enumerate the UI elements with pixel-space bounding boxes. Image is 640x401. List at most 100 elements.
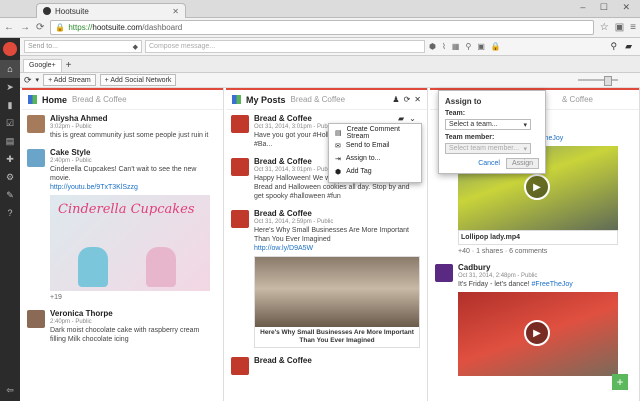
column-width-slider[interactable] xyxy=(578,76,618,86)
assign-icon: ⇥ xyxy=(335,155,341,163)
post-hashtag[interactable]: #FreeTheJoy xyxy=(531,281,572,288)
post-author[interactable]: Veronica Thorpe xyxy=(50,309,217,318)
url-scheme: https:// xyxy=(68,23,93,32)
menu-item-add-tag[interactable]: ⬢ Add Tag xyxy=(329,165,421,178)
star-icon[interactable]: ☆ xyxy=(600,22,609,33)
chevron-down-icon[interactable]: ▾ xyxy=(36,76,40,84)
member-select-value: Select team member... xyxy=(449,145,520,152)
list-item: Cadbury Oct 31, 2014, 2:48pm - Public It… xyxy=(430,259,639,380)
browser-tab-title: Hootsuite xyxy=(55,6,89,16)
post-stats[interactable]: +40 · 1 shares · 6 comments xyxy=(458,248,633,255)
chevron-down-icon: ▾ xyxy=(523,145,527,153)
forward-icon[interactable]: → xyxy=(20,22,30,33)
app-sidebar: ⌂ ➤ ▮ ☑ ▤ ✚ ⚙ ✎ ? ⇦ xyxy=(0,38,20,401)
team-select[interactable]: Select a team... ▾ xyxy=(445,119,531,130)
post-image[interactable]: Cinderella Cupcakes xyxy=(50,195,210,291)
menu-icon[interactable]: ≡ xyxy=(630,22,636,33)
browser-tab[interactable]: Hootsuite ✕ xyxy=(36,3,186,18)
send-icon[interactable]: ➤ xyxy=(0,78,20,96)
add-social-network-button[interactable]: + Add Social Network xyxy=(99,74,177,86)
people-icon[interactable]: ♟ xyxy=(392,95,399,104)
back-icon[interactable]: ← xyxy=(4,22,14,33)
tab-google-plus[interactable]: Google+ xyxy=(23,59,62,72)
compose-input[interactable]: Compose message... xyxy=(145,40,425,53)
reload-icon[interactable]: ⟳ xyxy=(36,22,44,33)
chevron-down-icon[interactable]: ⌄ xyxy=(409,114,416,123)
calendar-icon[interactable]: ▦ xyxy=(452,42,460,51)
refresh-icon[interactable]: ⟳ xyxy=(24,75,32,86)
send-to-field[interactable]: Send to... ◆ xyxy=(24,40,142,53)
tag-icon[interactable]: ⬢ xyxy=(429,42,436,51)
play-icon[interactable]: ▶ xyxy=(524,174,550,200)
comment-icon[interactable]: ▰ xyxy=(398,114,404,123)
add-tab-button[interactable]: + xyxy=(66,60,72,72)
post-text: this is great community just some people… xyxy=(50,132,209,139)
post-author[interactable]: Bread & Coffee xyxy=(254,356,421,365)
favicon-icon xyxy=(43,7,51,15)
tools-icon[interactable]: ✎ xyxy=(0,186,20,204)
analytics-icon[interactable]: ▮ xyxy=(0,96,20,114)
avatar[interactable] xyxy=(231,115,249,133)
lock-icon[interactable]: 🔒 xyxy=(491,42,501,51)
organization-icon[interactable]: ▰ xyxy=(625,41,632,52)
menu-item-send-email[interactable]: ✉ Send to Email xyxy=(329,139,421,152)
refresh-icon[interactable]: ⟳ xyxy=(404,95,411,104)
avatar[interactable] xyxy=(27,115,45,133)
window-controls[interactable]: – ☐ ✕ xyxy=(580,2,636,13)
post-link[interactable]: http://youtu.be/9TxT3KlSzzg xyxy=(50,183,217,192)
extension-icon[interactable]: ▣ xyxy=(615,22,624,33)
stream-title: Home xyxy=(42,94,68,105)
stream-title: My Posts xyxy=(246,94,286,105)
team-select-value: Select a team... xyxy=(449,121,498,128)
assign-popup: Assign to Team: Select a team... ▾ Team m… xyxy=(438,90,546,174)
avatar[interactable] xyxy=(231,357,249,375)
post-author[interactable]: Aliysha Ahmed xyxy=(50,114,217,123)
post-text: Here's Why Small Businesses Are More Imp… xyxy=(254,227,410,243)
avatar[interactable] xyxy=(231,158,249,176)
avatar[interactable] xyxy=(27,310,45,328)
menu-item-label: Assign to... xyxy=(345,155,381,162)
contacts-icon[interactable]: ▤ xyxy=(0,132,20,150)
location-icon[interactable]: ⚲ xyxy=(465,42,471,51)
plus-one-count[interactable]: +19 xyxy=(50,294,217,301)
close-icon[interactable]: ✕ xyxy=(414,95,421,104)
avatar[interactable] xyxy=(231,210,249,228)
post-text: It's Friday - let's dance! #FreeTheJoy xyxy=(458,280,633,289)
avatar[interactable] xyxy=(435,264,453,282)
play-icon[interactable]: ▶ xyxy=(524,320,550,346)
privacy-icon[interactable]: ▣ xyxy=(477,42,485,51)
attach-icon[interactable]: ⌇ xyxy=(442,42,446,51)
post-author[interactable]: Cadbury xyxy=(458,263,633,272)
cancel-button[interactable]: Cancel xyxy=(478,160,500,167)
compose-placeholder: Compose message... xyxy=(149,43,216,50)
post-author[interactable]: Bread & Coffee xyxy=(254,114,421,123)
post-author[interactable]: Cake Style xyxy=(50,148,217,157)
settings-icon[interactable]: ⚙ xyxy=(0,168,20,186)
hootsuite-logo[interactable] xyxy=(0,38,20,60)
article-image xyxy=(255,257,419,327)
chevron-down-icon[interactable]: ◆ xyxy=(133,43,138,51)
member-select[interactable]: Select team member... ▾ xyxy=(445,143,531,154)
assign-button[interactable]: Assign xyxy=(505,158,539,169)
article-card[interactable]: Here's Why Small Businesses Are More Imp… xyxy=(254,256,420,348)
add-button[interactable]: + xyxy=(612,374,628,390)
url-field[interactable]: 🔒 https://hootsuite.com/dashboard xyxy=(50,20,594,35)
menu-item-assign[interactable]: ⇥ Assign to... xyxy=(329,152,421,165)
home-icon[interactable]: ⌂ xyxy=(0,60,20,78)
post-author[interactable]: Bread & Coffee xyxy=(254,209,421,218)
image-caption: Cinderella Cupcakes xyxy=(58,202,195,217)
menu-item-create-comment-stream[interactable]: ▤ Create Comment Stream xyxy=(329,126,421,140)
apps-icon[interactable]: ✚ xyxy=(0,150,20,168)
close-tab-icon[interactable]: ✕ xyxy=(172,7,179,16)
video-thumbnail[interactable]: ▶ xyxy=(458,292,618,376)
avatar[interactable] xyxy=(27,149,45,167)
post-link[interactable]: http://ow.ly/D9A5W xyxy=(254,244,421,253)
help-icon[interactable]: ? xyxy=(0,204,20,222)
video-caption[interactable]: Lollipop lady.mp4 xyxy=(458,230,618,245)
search-icon[interactable]: ⚲ xyxy=(610,41,617,52)
logout-icon[interactable]: ⇦ xyxy=(0,381,20,399)
tasks-icon[interactable]: ☑ xyxy=(0,114,20,132)
add-stream-button[interactable]: + Add Stream xyxy=(43,74,96,86)
post-text-body: It's Friday - let's dance! xyxy=(458,281,530,288)
list-item: Bread & Coffee Oct 31, 2014, 2:59pm - Pu… xyxy=(226,205,427,352)
